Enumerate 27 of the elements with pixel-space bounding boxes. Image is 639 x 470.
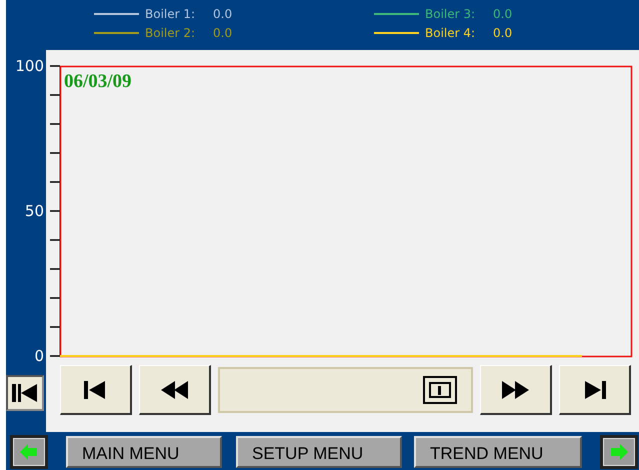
scroll-track[interactable] xyxy=(218,367,473,413)
legend-value: 0.0 xyxy=(493,26,512,40)
rewind-button[interactable] xyxy=(139,365,211,415)
legend-label: Boiler 2: xyxy=(145,26,196,40)
back-button[interactable] xyxy=(10,435,48,469)
axis-label: 50 xyxy=(24,203,44,219)
menu-button[interactable]: TREND MENU xyxy=(414,436,582,468)
axis-label: 100 xyxy=(15,58,44,74)
axis-label: 0 xyxy=(34,348,44,364)
legend-value: 0.0 xyxy=(213,7,232,21)
left-arrow-icon xyxy=(19,442,39,462)
legend-value: 0.0 xyxy=(493,7,512,21)
forward-button[interactable] xyxy=(600,435,638,469)
legend-label: Boiler 1: xyxy=(145,7,196,21)
scroll-thumb[interactable] xyxy=(423,376,457,404)
date-label: 06/03/09 xyxy=(64,71,132,93)
menu-button[interactable]: MAIN MENU xyxy=(66,436,222,468)
skip-forward-button[interactable] xyxy=(559,365,631,415)
legend-label: Boiler 4: xyxy=(425,26,476,40)
skip-back-button[interactable] xyxy=(60,365,132,415)
right-arrow-icon xyxy=(609,442,629,462)
legend-value: 0.0 xyxy=(213,26,232,40)
first-page-button[interactable] xyxy=(6,375,44,411)
fast-forward-button[interactable] xyxy=(480,365,552,415)
legend-label: Boiler 3: xyxy=(425,7,476,21)
menu-button[interactable]: SETUP MENU xyxy=(236,436,402,468)
skip-to-start-icon xyxy=(10,381,40,405)
